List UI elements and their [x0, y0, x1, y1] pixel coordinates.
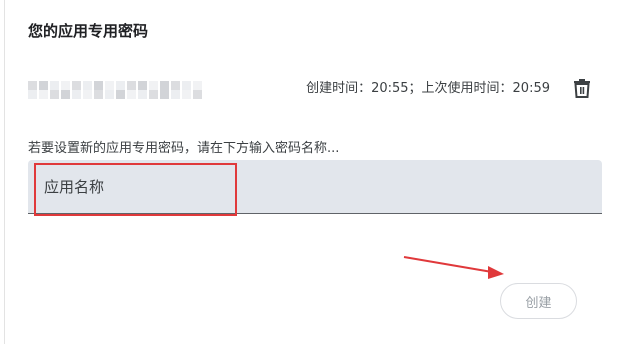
new-password-hint: 若要设置新的应用专用密码，请在下方输入密码名称... [28, 141, 340, 156]
app-password-panel: 您的应用专用密码 创建时间：20:55；上次使用时间：20:59 若要设置新的应… [0, 0, 624, 344]
password-meta-text: 创建时间：20:55；上次使用时间：20:59 [306, 81, 550, 96]
app-name-input[interactable] [28, 160, 602, 213]
annotation-arrow-icon [403, 256, 504, 279]
delete-password-button[interactable] [570, 76, 594, 100]
masked-password-name [28, 81, 202, 99]
app-name-field [28, 160, 602, 214]
password-entry-row: 创建时间：20:55；上次使用时间：20:59 [28, 76, 604, 102]
panel-left-border [4, 0, 5, 344]
trash-icon [574, 79, 590, 98]
create-button[interactable]: 创建 [500, 283, 577, 319]
section-title: 您的应用专用密码 [28, 22, 149, 40]
